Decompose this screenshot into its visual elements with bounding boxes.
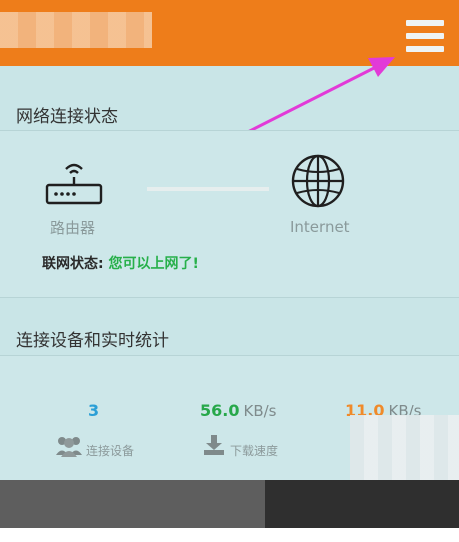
users-icon <box>56 437 82 457</box>
devices-count: 3 <box>88 401 100 420</box>
status-value: 您可以上网了! <box>108 256 199 272</box>
devices-label: 连接设备 <box>86 444 135 458</box>
router-label: 路由器 <box>50 219 96 237</box>
blurred-title <box>0 12 152 48</box>
download-icon <box>204 435 224 455</box>
download-speed: 56.0 KB/s <box>200 401 276 420</box>
download-unit: KB/s <box>243 402 277 420</box>
menu-button[interactable] <box>402 16 448 56</box>
hamburger-menu-icon <box>406 20 444 26</box>
bottom-darker-area <box>265 480 459 528</box>
download-value: 56.0 <box>200 401 240 420</box>
globe-icon <box>291 154 345 208</box>
app-screen: 网络连接状态 路由器 Internet 联网状态: 您可以上网了! 连接设备和实… <box>0 0 459 480</box>
realtime-stats-title: 连接设备和实时统计 <box>16 331 169 351</box>
internet-label: Internet <box>290 218 350 236</box>
download-label: 下载速度 <box>230 444 279 458</box>
connection-status: 联网状态: 您可以上网了! <box>42 253 199 273</box>
bottom-white-strip <box>0 528 459 542</box>
router-icon <box>45 163 103 205</box>
network-status-title: 网络连接状态 <box>16 107 118 127</box>
status-key: 联网状态: <box>42 256 104 272</box>
top-bar <box>0 0 459 66</box>
connection-line <box>147 187 269 191</box>
blurred-area <box>350 415 459 480</box>
